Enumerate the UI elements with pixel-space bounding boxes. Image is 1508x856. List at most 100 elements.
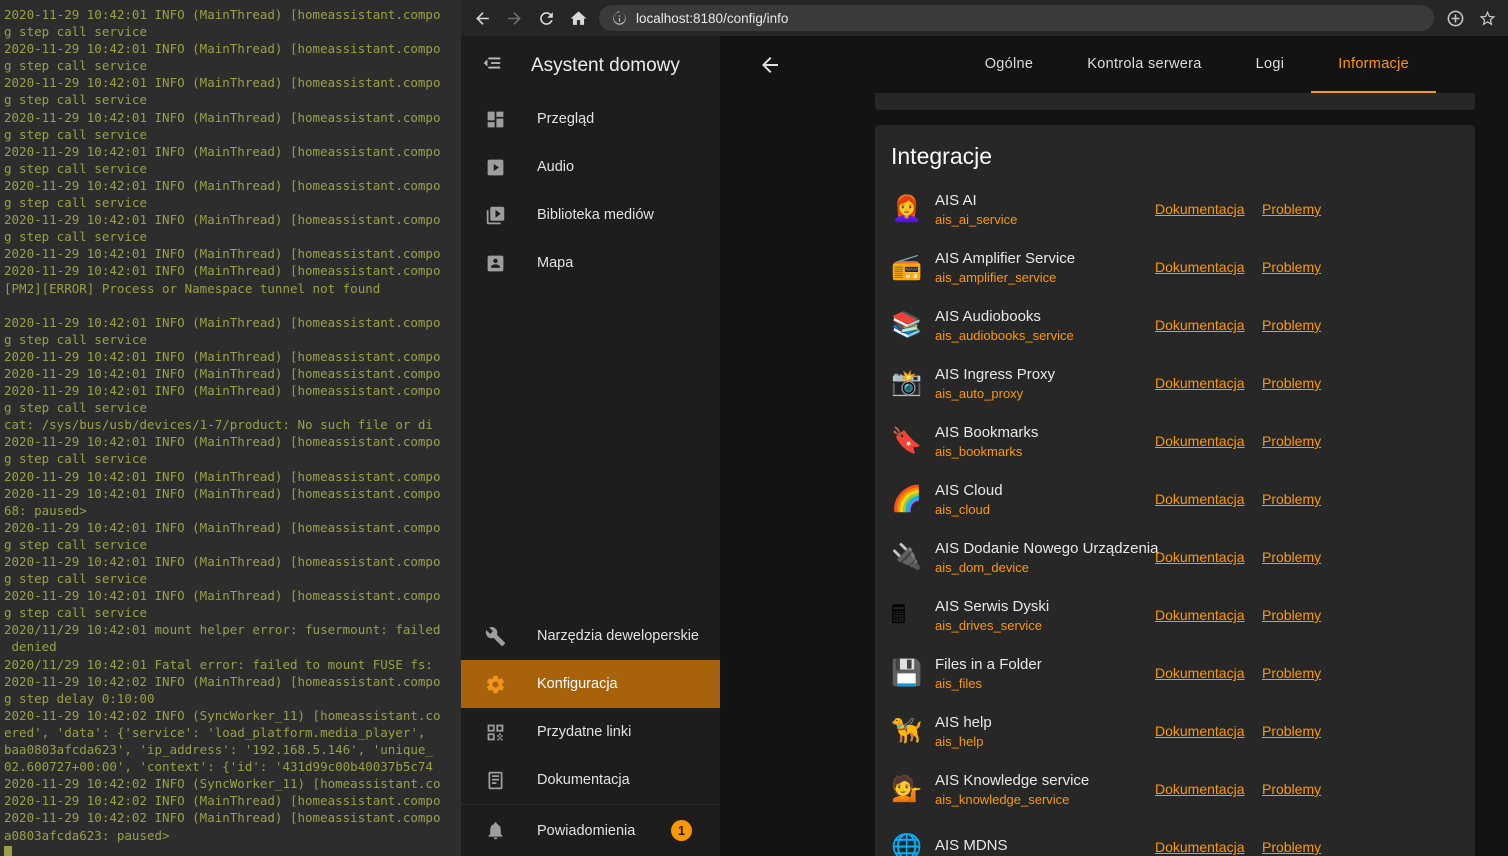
address-url: localhost:8180/config/info — [636, 10, 789, 26]
integration-info: AIS Ingress Proxy ais_auto_proxy — [927, 366, 1155, 401]
terminal-log-line: 2020-11-29 10:42:01 INFO (MainThread) [h… — [4, 519, 441, 535]
browser-forward-icon[interactable] — [503, 7, 525, 29]
sidebar-item-biblioteka[interactable]: Biblioteka mediów — [461, 191, 720, 239]
terminal-log-line: 02.600727+00:00', 'context': {'id': '431… — [4, 759, 433, 775]
documentation-link[interactable]: Dokumentacja — [1155, 317, 1245, 333]
sidebar: Asystent domowy Przegląd Audio Bibliotek… — [461, 36, 720, 856]
integration-service-id: ais_ai_service — [935, 211, 1018, 227]
issues-link[interactable]: Problemy — [1262, 491, 1321, 507]
previous-card-fragment — [875, 93, 1475, 110]
terminal-log-line: [PM2][ERROR] Process or Namespace tunnel… — [4, 280, 381, 296]
integration-name: AIS Knowledge service — [935, 771, 1090, 789]
integration-name: AIS Serwis Dyski — [935, 597, 1050, 615]
integrations-card: Integracje 👩‍🦰 AIS AI ais_ai_service — [875, 125, 1475, 856]
terminal-log-line: 2020-11-29 10:42:01 INFO (MainThread) [h… — [4, 434, 441, 450]
integration-info: AIS Dodanie Nowego Urządzenia ais_dom_de… — [927, 540, 1158, 575]
integration-service-id: ais_help — [935, 733, 984, 749]
issues-link[interactable]: Problemy — [1262, 375, 1321, 391]
sidebar-item-dokumentacja[interactable]: Dokumentacja — [461, 756, 720, 804]
documentation-link[interactable]: Dokumentacja — [1155, 665, 1245, 681]
integration-service-id: ais_knowledge_service — [935, 791, 1070, 807]
sidebar-header: Asystent domowy — [461, 36, 720, 95]
integration-icon: 🦮 — [891, 716, 923, 745]
integration-row: 💁 AIS Knowledge service ais_knowledge_se… — [875, 760, 1475, 818]
sidebar-item-przeglad[interactable]: Przegląd — [461, 95, 720, 143]
terminal-log-line: 2020-11-29 10:42:01 INFO (MainThread) [h… — [4, 314, 441, 330]
documentation-link[interactable]: Dokumentacja — [1155, 549, 1245, 565]
issues-link[interactable]: Problemy — [1262, 839, 1321, 855]
terminal-prompt-line — [4, 844, 461, 856]
documentation-link[interactable]: Dokumentacja — [1155, 839, 1245, 855]
integration-row: 🌐 AIS MDNS Dokumentacja Problemy — [875, 818, 1475, 856]
sidebar-item-narzedzia[interactable]: Narzędzia deweloperskie — [461, 612, 720, 660]
documentation-link[interactable]: Dokumentacja — [1155, 781, 1245, 797]
issues-link[interactable]: Problemy — [1262, 549, 1321, 565]
page-info-icon[interactable] — [612, 10, 627, 26]
address-bar[interactable]: localhost:8180/config/info — [599, 5, 1434, 31]
issues-link[interactable]: Problemy — [1262, 201, 1321, 217]
home-assistant-app: Asystent domowy Przegląd Audio Bibliotek… — [461, 36, 1508, 856]
documentation-link[interactable]: Dokumentacja — [1155, 491, 1245, 507]
terminal-log-line: 2020-11-29 10:42:01 INFO (MainThread) [h… — [4, 383, 441, 399]
browser-reload-icon[interactable] — [535, 7, 557, 29]
browser-back-icon[interactable] — [471, 7, 493, 29]
wrench-icon — [483, 624, 507, 648]
tab-logi[interactable]: Logi — [1229, 36, 1312, 93]
integrations-list: 👩‍🦰 AIS AI ais_ai_service Dokumentacja P… — [875, 180, 1475, 856]
back-arrow-icon[interactable] — [758, 53, 782, 77]
notification-badge: 1 — [671, 820, 692, 841]
terminal-log-line: g step call service — [4, 571, 147, 587]
terminal-log-line: 68: paused> — [4, 502, 87, 518]
terminal-window[interactable]: 2020-11-29 10:42:01 INFO (MainThread) [h… — [0, 0, 461, 856]
issues-link[interactable]: Problemy — [1262, 317, 1321, 333]
issues-link[interactable]: Problemy — [1262, 665, 1321, 681]
browser-window: localhost:8180/config/info Asystent domo… — [461, 0, 1508, 856]
config-tabbar: Ogólne Kontrola serwera Logi Informacje — [720, 36, 1508, 93]
integration-name: Files in a Folder — [935, 655, 1042, 673]
sidebar-item-konfiguracja[interactable]: Konfiguracja — [461, 660, 720, 708]
tab-ogolne[interactable]: Ogólne — [958, 36, 1061, 93]
terminal-log-line: g step delay 0:10:00 — [4, 690, 155, 706]
terminal-log-line: g step call service — [4, 92, 147, 108]
documentation-link[interactable]: Dokumentacja — [1155, 723, 1245, 739]
integration-info: AIS Bookmarks ais_bookmarks — [927, 424, 1155, 459]
issues-link[interactable]: Problemy — [1262, 433, 1321, 449]
issues-link[interactable]: Problemy — [1262, 723, 1321, 739]
tab-informacje[interactable]: Informacje — [1311, 36, 1436, 93]
sidebar-item-audio[interactable]: Audio — [461, 143, 720, 191]
terminal-log-line: denied — [4, 639, 57, 655]
sidebar-item-mapa[interactable]: Mapa — [461, 239, 720, 287]
integration-row: 📻 AIS Amplifier Service ais_amplifier_se… — [875, 238, 1475, 296]
terminal-log-line: 2020-11-29 10:42:01 INFO (MainThread) [h… — [4, 7, 441, 22]
sidebar-item-label: Audio — [537, 159, 575, 175]
issues-link[interactable]: Problemy — [1262, 607, 1321, 623]
issues-link[interactable]: Problemy — [1262, 259, 1321, 275]
circle-plus-icon[interactable] — [1444, 7, 1466, 29]
integration-links: Dokumentacja Problemy — [1155, 781, 1321, 797]
browser-home-icon[interactable] — [567, 7, 589, 29]
terminal-log-line: 2020-11-29 10:42:01 INFO (MainThread) [h… — [4, 485, 441, 501]
terminal-log-line: 2020-11-29 10:42:01 INFO (MainThread) [h… — [4, 109, 441, 125]
documentation-link[interactable]: Dokumentacja — [1155, 607, 1245, 623]
documentation-link[interactable]: Dokumentacja — [1155, 201, 1245, 217]
issues-link[interactable]: Problemy — [1262, 781, 1321, 797]
integration-info: AIS Audiobooks ais_audiobooks_service — [927, 308, 1155, 343]
sidebar-item-przydatne-linki[interactable]: Przydatne linki — [461, 708, 720, 756]
documentation-link[interactable]: Dokumentacja — [1155, 259, 1245, 275]
integration-info: AIS Amplifier Service ais_amplifier_serv… — [927, 250, 1155, 285]
terminal-log-line: g step call service — [4, 605, 147, 621]
menu-toggle-icon[interactable] — [481, 52, 503, 80]
terminal-log-line: 2020-11-29 10:42:02 INFO (MainThread) [h… — [4, 810, 441, 826]
config-content: Integracje 👩‍🦰 AIS AI ais_ai_service — [720, 93, 1508, 856]
sidebar-item-powiadomienia[interactable]: Powiadomienia 1 — [461, 804, 720, 856]
integration-links: Dokumentacja Problemy — [1155, 317, 1321, 333]
tab-kontrola-serwera[interactable]: Kontrola serwera — [1060, 36, 1228, 93]
integration-info: AIS Serwis Dyski ais_drives_service — [927, 598, 1155, 633]
sidebar-item-label: Przegląd — [537, 111, 595, 127]
terminal-log-line: g step call service — [4, 58, 147, 74]
documentation-link[interactable]: Dokumentacja — [1155, 433, 1245, 449]
terminal-log-line: 2020-11-29 10:42:02 INFO (SyncWorker_11)… — [4, 707, 441, 723]
bookmark-star-icon[interactable] — [1476, 7, 1498, 29]
documentation-link[interactable]: Dokumentacja — [1155, 375, 1245, 391]
